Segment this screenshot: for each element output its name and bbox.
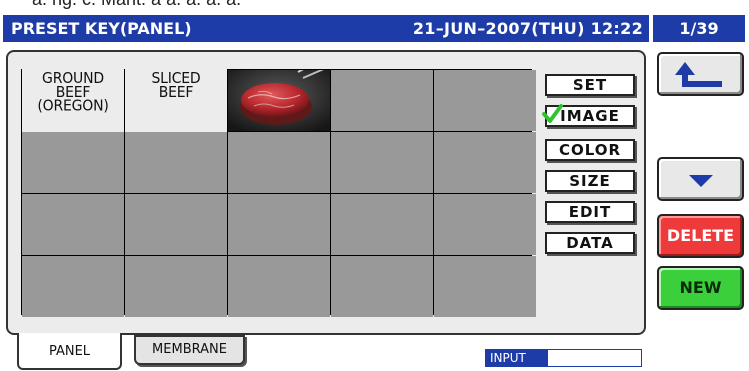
set-button[interactable]: SET — [545, 74, 635, 96]
preset-key-empty[interactable] — [125, 194, 227, 255]
input-field[interactable]: INPUT — [485, 349, 642, 367]
preset-key-empty[interactable] — [434, 132, 536, 193]
preset-key-empty[interactable] — [228, 194, 330, 255]
preset-key-steak-image[interactable] — [228, 70, 330, 131]
preset-key-empty[interactable] — [228, 132, 330, 193]
data-button[interactable]: DATA — [545, 232, 635, 254]
screen-title: PRESET KEY(PANEL) — [11, 19, 192, 38]
preset-key-empty[interactable] — [331, 132, 433, 193]
delete-button[interactable]: DELETE — [657, 214, 744, 258]
title-bar: PRESET KEY(PANEL) 21–JUN–2007(THU) 12:22 — [3, 15, 649, 42]
preset-key-empty[interactable] — [22, 132, 124, 193]
preset-key-empty[interactable] — [22, 194, 124, 255]
image-button-label: IMAGE — [560, 107, 620, 125]
preset-key-empty[interactable] — [331, 194, 433, 255]
preset-key-empty[interactable] — [22, 256, 124, 317]
date-time: 21–JUN–2007(THU) 12:22 — [412, 19, 643, 38]
steak-image — [228, 70, 330, 131]
preset-key-sliced-beef[interactable]: SLICED BEEF — [125, 68, 227, 133]
instruction-text-fragment: a. ng. c. Mant. a a. a. a. a. — [32, 0, 241, 10]
new-button[interactable]: NEW — [657, 266, 744, 310]
preset-key-empty[interactable] — [434, 70, 536, 131]
edit-button[interactable]: EDIT — [545, 201, 635, 223]
preset-key-empty[interactable] — [331, 70, 433, 131]
preset-key-empty[interactable] — [125, 256, 227, 317]
preset-key-ground-beef[interactable]: GROUND BEEF (OREGON) — [22, 68, 124, 133]
scroll-down-button[interactable] — [657, 157, 744, 201]
page-indicator: 1/39 — [653, 15, 745, 42]
image-button[interactable]: IMAGE — [542, 104, 635, 127]
back-button[interactable] — [657, 52, 744, 96]
size-button[interactable]: SIZE — [545, 170, 635, 192]
input-label: INPUT — [486, 350, 548, 366]
preset-key-empty[interactable] — [228, 256, 330, 317]
tab-membrane[interactable]: MEMBRANE — [134, 335, 245, 365]
color-button[interactable]: COLOR — [545, 139, 635, 161]
preset-key-grid: GROUND BEEF (OREGON) SLICED BEEF — [21, 68, 536, 317]
preset-key-empty[interactable] — [125, 132, 227, 193]
down-triangle-icon — [688, 175, 713, 187]
preset-key-empty[interactable] — [434, 194, 536, 255]
preset-key-empty[interactable] — [331, 256, 433, 317]
preset-key-empty[interactable] — [434, 256, 536, 317]
checkmark-icon — [542, 104, 563, 123]
tab-panel[interactable]: PANEL — [17, 333, 122, 370]
return-arrow-icon — [674, 62, 722, 87]
